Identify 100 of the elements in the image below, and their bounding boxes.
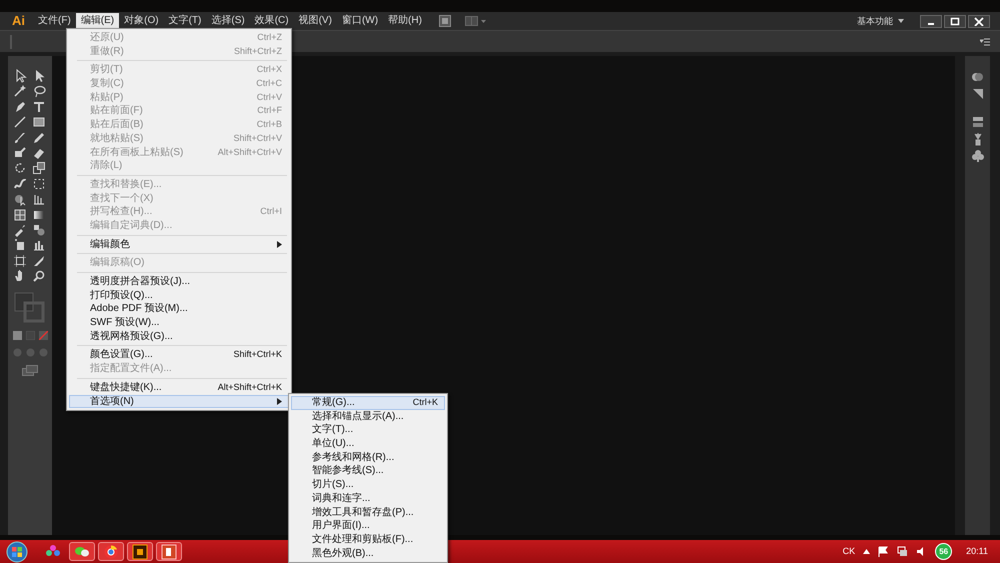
menu-entry[interactable]: 键盘快捷键(K)... Alt+Shift+Ctrl+K — [69, 380, 289, 394]
fill-stroke-swatch-icon[interactable] — [13, 291, 47, 324]
menu-entry[interactable]: 编辑颜色 — [69, 238, 289, 252]
panel-grip-icon[interactable] — [10, 34, 13, 48]
menu-entry-label: 还原(U) — [90, 31, 124, 45]
shortcut-label: Ctrl+V — [256, 90, 282, 104]
type-tool-icon[interactable] — [32, 100, 46, 114]
menu-entry[interactable]: SWF 预设(W)... — [69, 316, 289, 330]
shortcut-label: Shift+Ctrl+Z — [232, 44, 282, 58]
pen-icon[interactable] — [13, 100, 27, 114]
menu-entry-label: 查找和替换(E)... — [90, 178, 162, 192]
mesh-icon[interactable] — [13, 208, 27, 222]
menu-item[interactable]: 编辑(E) — [76, 13, 120, 29]
show-hidden-icons-icon[interactable] — [863, 549, 870, 554]
menu-entry[interactable]: 智能参考线(S)... — [291, 464, 445, 478]
line-icon[interactable] — [13, 115, 27, 130]
menu-entry[interactable]: 文字(T)... — [291, 423, 445, 438]
start-orb-icon[interactable] — [6, 540, 28, 562]
menu-entry[interactable]: 文件处理和剪贴板(F)... — [291, 532, 445, 547]
bridge-icon[interactable] — [438, 15, 451, 27]
panel-menu-icon[interactable] — [980, 38, 990, 46]
menu-item[interactable]: 帮助(H) — [383, 13, 427, 29]
rotate-icon[interactable] — [13, 161, 27, 176]
free-transform-icon[interactable] — [32, 176, 46, 191]
menu-entry[interactable]: 词典和连字... — [291, 492, 445, 506]
menu-entry-label: 键盘快捷键(K)... — [90, 380, 162, 395]
magic-wand-icon[interactable] — [13, 84, 27, 98]
menu-item[interactable]: 窗口(W) — [336, 13, 384, 29]
eyedropper-icon[interactable] — [13, 222, 27, 237]
menu-entry-label: SWF 预设(W)... — [90, 316, 160, 330]
close-icon[interactable] — [974, 16, 984, 26]
clock[interactable]: 20:11 — [966, 544, 988, 558]
color-swatch-icon[interactable] — [12, 331, 22, 340]
shortcut-label: Ctrl+X — [256, 63, 282, 76]
menu-item[interactable]: 视图(V) — [294, 13, 337, 29]
menu-entry-label: 透视网格预设(G)... — [90, 330, 173, 344]
brush-icon[interactable] — [13, 130, 27, 145]
artboard-icon[interactable] — [13, 254, 27, 268]
menu-entry[interactable]: 参考线和网格(R)... — [291, 450, 445, 464]
menu-entry-label: 贴在后面(B) — [90, 118, 144, 132]
shortcut-label: Ctrl+Z — [256, 31, 282, 44]
club-icon[interactable] — [970, 149, 984, 163]
menu-entry-label: 剪切(T) — [90, 63, 123, 78]
menu-entry-label: 首选项(N) — [90, 394, 134, 408]
shortcut-label: Alt+Shift+Ctrl+K — [216, 380, 282, 394]
menu-entry[interactable]: 透明度拼合器预设(J)... — [69, 275, 289, 289]
menu-entry[interactable]: 单位(U)... — [291, 437, 445, 451]
slice-icon[interactable] — [32, 254, 46, 268]
lasso-icon[interactable] — [32, 84, 46, 98]
menu-item[interactable]: 文件(F) — [33, 13, 76, 29]
submenu-arrow-icon — [277, 240, 282, 248]
shortcut-label: Ctrl+K — [412, 396, 438, 409]
arrange-documents-icon[interactable] — [464, 15, 489, 27]
menu-entry[interactable]: 用户界面(I)... — [291, 519, 445, 533]
screen-mode-icon[interactable] — [22, 365, 38, 376]
scale-icon[interactable] — [32, 161, 46, 176]
illustrator-app-icon[interactable] — [132, 544, 148, 560]
blob-brush-icon[interactable] — [13, 146, 27, 160]
rectangle-icon[interactable] — [32, 115, 46, 130]
bar-chart-icon[interactable] — [32, 238, 46, 252]
browser-icon[interactable] — [103, 544, 119, 560]
zoom-icon[interactable] — [32, 269, 46, 284]
menu-entry-label: 贴在前面(F) — [90, 104, 143, 118]
menu-item[interactable]: 文字(T) — [164, 13, 206, 29]
menu-entry-label: 常规(G)... — [312, 396, 355, 410]
flag-icon[interactable] — [878, 546, 890, 557]
workspace-dropdown[interactable]: 基本功能 — [852, 13, 898, 29]
menu-entry[interactable]: 常规(G)... Ctrl+K — [291, 396, 445, 410]
input-indicator[interactable]: CK — [842, 544, 856, 558]
warp-icon[interactable] — [13, 176, 27, 191]
menu-entry[interactable]: 打印预设(Q)... — [69, 288, 289, 302]
shortcut-label: Ctrl+I — [259, 205, 282, 218]
gradient-swatch-icon[interactable] — [26, 331, 34, 340]
pencil-icon[interactable] — [32, 130, 46, 145]
none-swatch-icon[interactable] — [38, 331, 48, 340]
menu-entry[interactable]: 黑色外观(B)... — [291, 546, 445, 560]
menu-entry-label: 词典和连字... — [312, 492, 370, 506]
presentation-app-icon[interactable] — [161, 544, 177, 560]
shortcut-label: Shift+Ctrl+K — [232, 348, 282, 362]
menu-entry[interactable]: 透视网格预设(G)... — [69, 330, 289, 344]
maximize-icon[interactable] — [950, 16, 960, 26]
menu-entry[interactable]: 切片(S)... — [291, 478, 445, 492]
menu-item[interactable]: 效果(C) — [250, 13, 294, 29]
menu-entry[interactable]: 选择和锚点显示(A)... — [291, 410, 445, 424]
menu-entry[interactable]: Adobe PDF 预设(M)... — [69, 302, 289, 316]
menu-entry[interactable]: 增效工具和暂存盘(P)... — [291, 506, 445, 520]
menu-entry-label: 参考线和网格(R)... — [312, 450, 394, 464]
menu-entry[interactable]: 首选项(N) — [69, 394, 289, 408]
menu-entry[interactable]: 颜色设置(G)... Shift+Ctrl+K — [69, 348, 289, 362]
blend-icon[interactable] — [32, 222, 46, 237]
menu-entry-label: 指定配置文件(A)... — [90, 362, 172, 376]
menu-entry-label: 复制(C) — [90, 77, 124, 91]
menu-entry-label: 黑色外观(B)... — [312, 546, 374, 560]
shortcut-label: Ctrl+F — [256, 104, 282, 118]
menu-item[interactable]: 选择(S) — [206, 13, 250, 29]
menu-entry-label: 粘贴(P) — [90, 90, 124, 104]
shortcut-label: Shift+Ctrl+V — [232, 132, 282, 145]
menu-entry-label: 重做(R) — [90, 44, 124, 58]
menu-item[interactable]: 对象(O) — [119, 13, 164, 29]
network-icon[interactable] — [897, 546, 908, 557]
